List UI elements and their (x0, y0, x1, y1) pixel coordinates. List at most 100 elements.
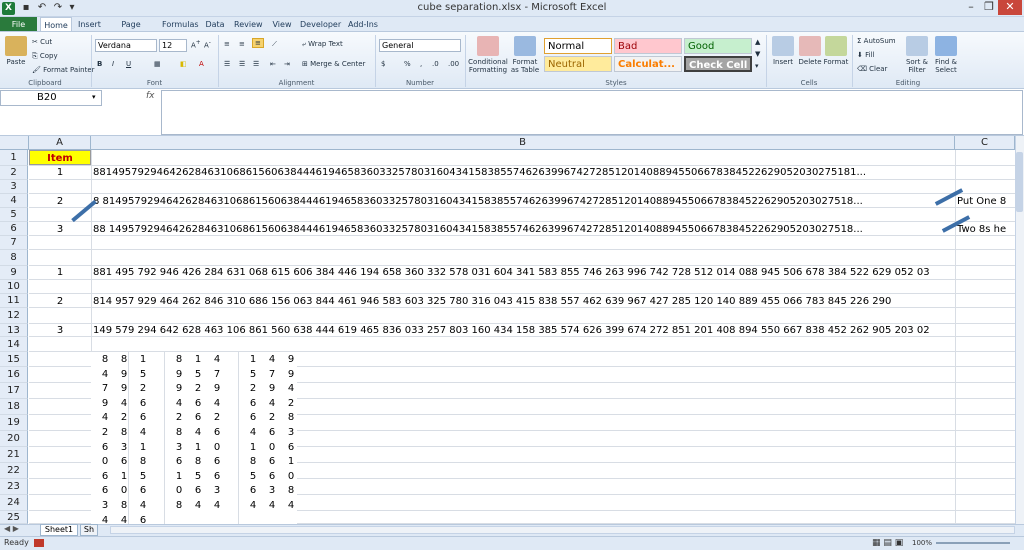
styles-scroll-up-icon[interactable]: ▲ (755, 38, 760, 46)
row-header[interactable]: 13 (0, 324, 28, 337)
digit-cell[interactable]: 0 (114, 485, 134, 496)
restore-icon[interactable]: ❐ (980, 0, 998, 15)
digit-cell[interactable]: 2 (243, 383, 263, 394)
macro-record-icon[interactable] (34, 539, 44, 547)
style-normal[interactable]: Normal (544, 38, 612, 54)
cell-b9[interactable]: 881 495 792 946 426 284 631 068 615 606 … (93, 267, 1015, 278)
format-cells-button[interactable]: Format (823, 36, 849, 66)
digit-cell[interactable]: 6 (243, 485, 263, 496)
digit-cell[interactable]: 8 (114, 354, 134, 365)
digit-cell[interactable]: 6 (188, 485, 208, 496)
digit-cell[interactable]: 6 (281, 442, 301, 453)
row-header[interactable]: 10 (0, 280, 28, 294)
tab-review[interactable]: Review (234, 17, 263, 32)
borders-icon[interactable]: ▦ (154, 60, 161, 68)
clear-button[interactable]: ⌫ Clear (857, 65, 887, 73)
view-buttons-icon[interactable]: ▦ ▤ ▣ (872, 538, 903, 548)
font-name-select[interactable]: Verdana (95, 39, 157, 52)
digit-cell[interactable]: 9 (114, 369, 134, 380)
digit-cell[interactable]: 4 (207, 500, 227, 511)
digit-cell[interactable]: 0 (262, 442, 282, 453)
digit-cell[interactable]: 4 (114, 515, 134, 524)
digit-cell[interactable]: 6 (95, 485, 115, 496)
digit-cell[interactable]: 2 (281, 398, 301, 409)
cell-b6[interactable]: 88 1495792946426284631068615606384446194… (93, 224, 945, 235)
digit-cell[interactable]: 7 (95, 383, 115, 394)
digit-cell[interactable]: 6 (188, 412, 208, 423)
digit-cell[interactable]: 8 (281, 485, 301, 496)
tab-formulas[interactable]: Formulas (162, 17, 199, 32)
digit-cell[interactable]: 6 (188, 398, 208, 409)
row-header[interactable]: 18 (0, 399, 28, 415)
tab-file[interactable]: File (0, 17, 37, 32)
digit-cell[interactable]: 3 (207, 485, 227, 496)
digit-cell[interactable]: 2 (133, 383, 153, 394)
digit-cell[interactable]: 4 (169, 398, 189, 409)
style-calculation[interactable]: Calculat... (614, 56, 682, 72)
shrink-font-button[interactable]: A- (204, 40, 211, 49)
cell-b11[interactable]: 814 957 929 464 262 846 310 686 156 063 … (93, 296, 1015, 307)
digit-cell[interactable]: 4 (262, 500, 282, 511)
digit-cell[interactable]: 1 (243, 442, 263, 453)
row-header[interactable]: 2 (0, 166, 28, 180)
cell-a1-item[interactable]: Item (29, 150, 91, 165)
name-box-dropdown-icon[interactable]: ▾ (92, 93, 96, 101)
row-header[interactable]: 21 (0, 447, 28, 463)
row-header[interactable]: 12 (0, 308, 28, 324)
cell-b2[interactable]: 8814957929464262846310686156063844461946… (93, 167, 953, 178)
vertical-scroll-thumb[interactable] (1016, 152, 1023, 212)
cell-b4[interactable]: 8 81495792946426284631068615606384446194… (93, 196, 939, 207)
digit-cell[interactable]: 4 (243, 427, 263, 438)
digit-cell[interactable]: 2 (169, 412, 189, 423)
digit-cell[interactable]: 6 (262, 456, 282, 467)
digit-cell[interactable]: 0 (281, 471, 301, 482)
digit-cell[interactable]: 1 (188, 442, 208, 453)
digit-cell[interactable]: 3 (281, 427, 301, 438)
copy-button[interactable]: ⎘ Copy (32, 52, 58, 61)
comma-icon[interactable]: , (420, 60, 422, 68)
digit-cell[interactable]: 1 (281, 456, 301, 467)
digit-cell[interactable]: 0 (169, 485, 189, 496)
cell-a13[interactable]: 3 (29, 325, 91, 336)
digit-cell[interactable]: 9 (207, 383, 227, 394)
digit-cell[interactable]: 6 (262, 471, 282, 482)
digit-cell[interactable]: 7 (207, 369, 227, 380)
digit-cell[interactable]: 9 (169, 383, 189, 394)
orientation-icon[interactable]: ⟋ (272, 40, 277, 49)
digit-cell[interactable]: 6 (262, 427, 282, 438)
fill-button[interactable]: ⬇ Fill (857, 51, 874, 59)
digit-cell[interactable]: 9 (95, 398, 115, 409)
digit-cell[interactable]: 8 (243, 456, 263, 467)
digit-cell[interactable]: 6 (243, 412, 263, 423)
digit-cell[interactable]: 8 (95, 354, 115, 365)
digit-cell[interactable]: 4 (281, 500, 301, 511)
column-header-a[interactable]: A (29, 136, 91, 150)
digit-cell[interactable]: 9 (114, 383, 134, 394)
italic-button[interactable]: I (112, 60, 114, 68)
row-header[interactable]: 8 (0, 250, 28, 266)
digit-cell[interactable]: 6 (133, 398, 153, 409)
digit-cell[interactable]: 7 (262, 369, 282, 380)
select-all-corner[interactable] (0, 136, 29, 150)
cell-c6[interactable]: Two 8s he (957, 224, 1015, 235)
digit-cell[interactable]: 9 (281, 354, 301, 365)
tab-page-layout[interactable]: Page Layout (110, 17, 152, 44)
wrap-text-button[interactable]: ⤶ Wrap Text (302, 40, 343, 49)
tab-data[interactable]: Data (205, 17, 225, 32)
align-middle-icon[interactable]: ≡ (239, 40, 245, 48)
digit-cell[interactable]: 9 (262, 383, 282, 394)
digit-cell[interactable]: 8 (188, 456, 208, 467)
increase-decimal-icon[interactable]: .0 (432, 60, 439, 68)
style-good[interactable]: Good (684, 38, 752, 54)
digit-cell[interactable]: 2 (188, 383, 208, 394)
bold-button[interactable]: B (97, 60, 102, 68)
digit-cell[interactable]: 3 (114, 442, 134, 453)
tab-add-ins[interactable]: Add-Ins (348, 17, 378, 32)
digit-cell[interactable]: 9 (281, 369, 301, 380)
digit-cell[interactable]: 1 (169, 471, 189, 482)
name-box[interactable]: B20 (0, 90, 102, 106)
digit-cell[interactable]: 1 (133, 442, 153, 453)
cut-button[interactable]: ✂ Cut (32, 38, 52, 46)
align-left-icon[interactable]: ☰ (224, 60, 230, 68)
cell-c4[interactable]: Put One 8 (957, 196, 1015, 207)
